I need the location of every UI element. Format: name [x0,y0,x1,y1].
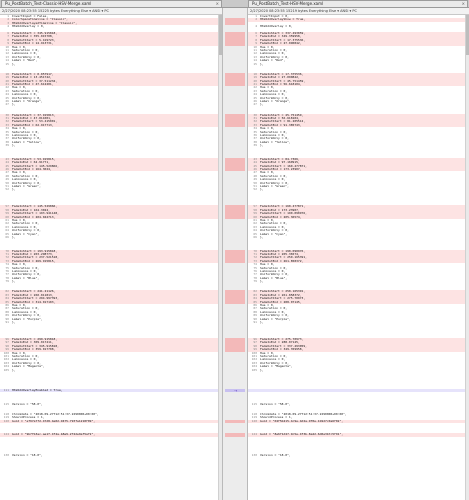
line-number: 130 [251,453,257,457]
diff-marker[interactable] [225,123,245,128]
diff-marker[interactable] [225,259,245,264]
tab-left-label: Pu_PostBatch_Test-Classic-HSV-Merge.xaml [5,1,92,6]
diff-marker[interactable] [225,348,245,352]
right-vertical-scrollbar[interactable] [465,15,469,500]
tab-strip: Pu_PostBatch_Test-Classic-HSV-Merge.xaml… [0,0,469,8]
code-line[interactable]: 130 Version = "18.0", [248,454,469,457]
arrow-right-icon[interactable]: → [234,388,237,393]
diff-marker[interactable]: → [225,388,245,393]
line-number: 130 [3,453,9,457]
tab-right-label: Pu_PostBatch_Test-HSV-Merge.xaml [252,1,324,6]
diff-marker[interactable] [225,83,245,87]
diff-marker[interactable] [225,419,245,423]
line-text: Version = "18.0", [12,453,43,457]
diff-marker[interactable] [225,215,245,219]
left-file-pane[interactable]: 2/27/2020 08:23:55 15225 bytes Everythin… [0,8,222,500]
tab-right-file[interactable]: Pu_PostBatch_Test-HSV-Merge.xaml × [248,0,468,7]
tab-left-file[interactable]: Pu_PostBatch_Test-Classic-HSV-Merge.xaml… [1,0,222,7]
line-text: Version = "18.0", [260,453,291,457]
close-icon[interactable]: × [216,1,219,7]
diff-marker[interactable] [225,433,245,437]
diff-marker[interactable] [225,21,245,26]
left-file-info-bar: 2/27/2020 08:23:55 15225 bytes Everythin… [0,8,222,15]
close-icon[interactable]: × [462,1,465,7]
diff-viewer-window: Pu_PostBatch_Test-Classic-HSV-Merge.xaml… [0,0,469,500]
right-file-pane[interactable]: 2/27/2020 08:23:55 15219 bytes Everythin… [248,8,469,500]
diff-marker[interactable] [225,300,245,304]
code-line[interactable]: 130 Version = "18.0", [0,454,222,457]
diff-marker[interactable] [225,168,245,172]
diff-gutter[interactable]: → [222,8,248,500]
diff-marker[interactable] [225,42,245,46]
right-file-info-bar: 2/27/2020 08:23:55 15219 bytes Everythin… [248,8,469,15]
